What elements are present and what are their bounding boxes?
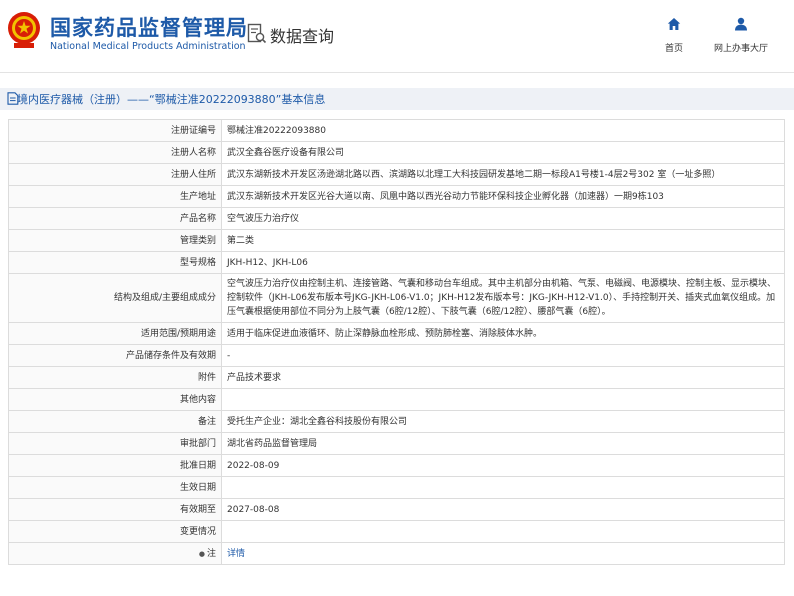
- nav-online-hall-label: 网上办事大厅: [713, 44, 768, 54]
- table-row: 其他内容: [8, 388, 785, 411]
- nav-online-hall[interactable]: 网上办事大厅: [708, 17, 774, 55]
- details-link[interactable]: 详情: [227, 549, 245, 559]
- table-row: 生产地址 武汉东湖新技术开发区光谷大道以南、凤凰中路以西光谷动力节能环保科技企业…: [8, 185, 785, 208]
- table-row: 注册人住所 武汉东湖新技术开发区汤逊湖北路以西、滨湖路以北理工大科技园研发基地二…: [8, 163, 785, 186]
- field-label: 结构及组成/主要组成成分: [8, 273, 222, 323]
- field-label: 注: [206, 548, 216, 559]
- field-value: 产品技术要求: [221, 366, 785, 389]
- table-row: 结构及组成/主要组成成分 空气波压力治疗仪由控制主机、连接管路、气囊和移动台车组…: [8, 273, 785, 323]
- field-label: 注册人住所: [8, 163, 222, 186]
- field-label: 产品储存条件及有效期: [8, 344, 222, 367]
- field-value: [221, 476, 785, 499]
- header-divider: [0, 72, 794, 73]
- field-value: 武汉全鑫谷医疗设备有限公司: [221, 141, 785, 164]
- field-value: 受托生产企业：湖北全鑫谷科技股份有限公司: [221, 410, 785, 433]
- field-value: -: [221, 344, 785, 367]
- field-label: 附件: [8, 366, 222, 389]
- field-value: JKH-H12、JKH-L06: [221, 251, 785, 274]
- field-label: 审批部门: [8, 432, 222, 455]
- field-value: 适用于临床促进血液循环、防止深静脉血栓形成、预防肺栓塞、消除肢体水肿。: [221, 322, 785, 345]
- field-label: 备注: [8, 410, 222, 433]
- field-value: 湖北省药品监督管理局: [221, 432, 785, 455]
- data-query-icon: [247, 23, 267, 44]
- field-label: 变更情况: [8, 520, 222, 543]
- data-query-label: 数据查询: [270, 27, 335, 46]
- nav-home[interactable]: 首页: [660, 17, 688, 55]
- field-value: [221, 520, 785, 543]
- field-label: 注册人名称: [8, 141, 222, 164]
- table-row: 变更情况: [8, 520, 785, 543]
- note-value-cell: 详情: [221, 542, 785, 565]
- table-row: 附件 产品技术要求: [8, 366, 785, 389]
- table-row: 注册证编号 鄂械注准20222093880: [8, 119, 785, 142]
- table-row: 管理类别 第二类: [8, 229, 785, 252]
- field-value: 空气波压力治疗仪由控制主机、连接管路、气囊和移动台车组成。其中主机部分由机箱、气…: [221, 273, 785, 323]
- field-label: 型号规格: [8, 251, 222, 274]
- table-row: 审批部门 湖北省药品监督管理局: [8, 432, 785, 455]
- table-row: 批准日期 2022-08-09: [8, 454, 785, 477]
- national-emblem: [8, 12, 40, 48]
- field-value: 2027-08-08: [221, 498, 785, 521]
- nav-home-label: 首页: [664, 44, 683, 54]
- table-row: ● 注 详情: [8, 542, 785, 565]
- home-icon: [667, 18, 681, 30]
- field-label: 产品名称: [8, 207, 222, 230]
- field-label: 注册证编号: [8, 119, 222, 142]
- record-title: 境内医疗器械（注册）——“鄂械注准20222093880”基本信息: [17, 93, 326, 106]
- site-header: 国家药品监督管理局 National Medical Products Admi…: [0, 0, 794, 72]
- field-value: 空气波压力治疗仪: [221, 207, 785, 230]
- field-label: 适用范围/预期用途: [8, 322, 222, 345]
- table-row: 型号规格 JKH-H12、JKH-L06: [8, 251, 785, 274]
- field-label: 管理类别: [8, 229, 222, 252]
- field-label: 其他内容: [8, 388, 222, 411]
- table-row: 产品储存条件及有效期 -: [8, 344, 785, 367]
- table-row: 备注 受托生产企业：湖北全鑫谷科技股份有限公司: [8, 410, 785, 433]
- field-value: 第二类: [221, 229, 785, 252]
- field-label: 生产地址: [8, 185, 222, 208]
- org-name-cn: 国家药品监督管理局: [50, 16, 248, 40]
- field-label: 生效日期: [8, 476, 222, 499]
- table-row: 生效日期: [8, 476, 785, 499]
- user-icon: [735, 17, 747, 31]
- field-value: 鄂械注准20222093880: [221, 119, 785, 142]
- field-label: 批准日期: [8, 454, 222, 477]
- table-row: 适用范围/预期用途 适用于临床促进血液循环、防止深静脉血栓形成、预防肺栓塞、消除…: [8, 322, 785, 345]
- field-value: 武汉东湖新技术开发区光谷大道以南、凤凰中路以西光谷动力节能环保科技企业孵化器（加…: [221, 185, 785, 208]
- field-value: 2022-08-09: [221, 454, 785, 477]
- field-value: [221, 388, 785, 411]
- field-value: 武汉东湖新技术开发区汤逊湖北路以西、滨湖路以北理工大科技园研发基地二期一标段A1…: [221, 163, 785, 186]
- table-row: 注册人名称 武汉全鑫谷医疗设备有限公司: [8, 141, 785, 164]
- org-name-en: National Medical Products Administration: [50, 41, 246, 52]
- table-row: 有效期至 2027-08-08: [8, 498, 785, 521]
- info-icon: ●: [198, 549, 205, 558]
- note-label-cell: ● 注: [8, 542, 222, 565]
- field-label: 有效期至: [8, 498, 222, 521]
- registration-info-table: 注册证编号 鄂械注准20222093880 注册人名称 武汉全鑫谷医疗设备有限公…: [8, 119, 785, 565]
- table-row: 产品名称 空气波压力治疗仪: [8, 207, 785, 230]
